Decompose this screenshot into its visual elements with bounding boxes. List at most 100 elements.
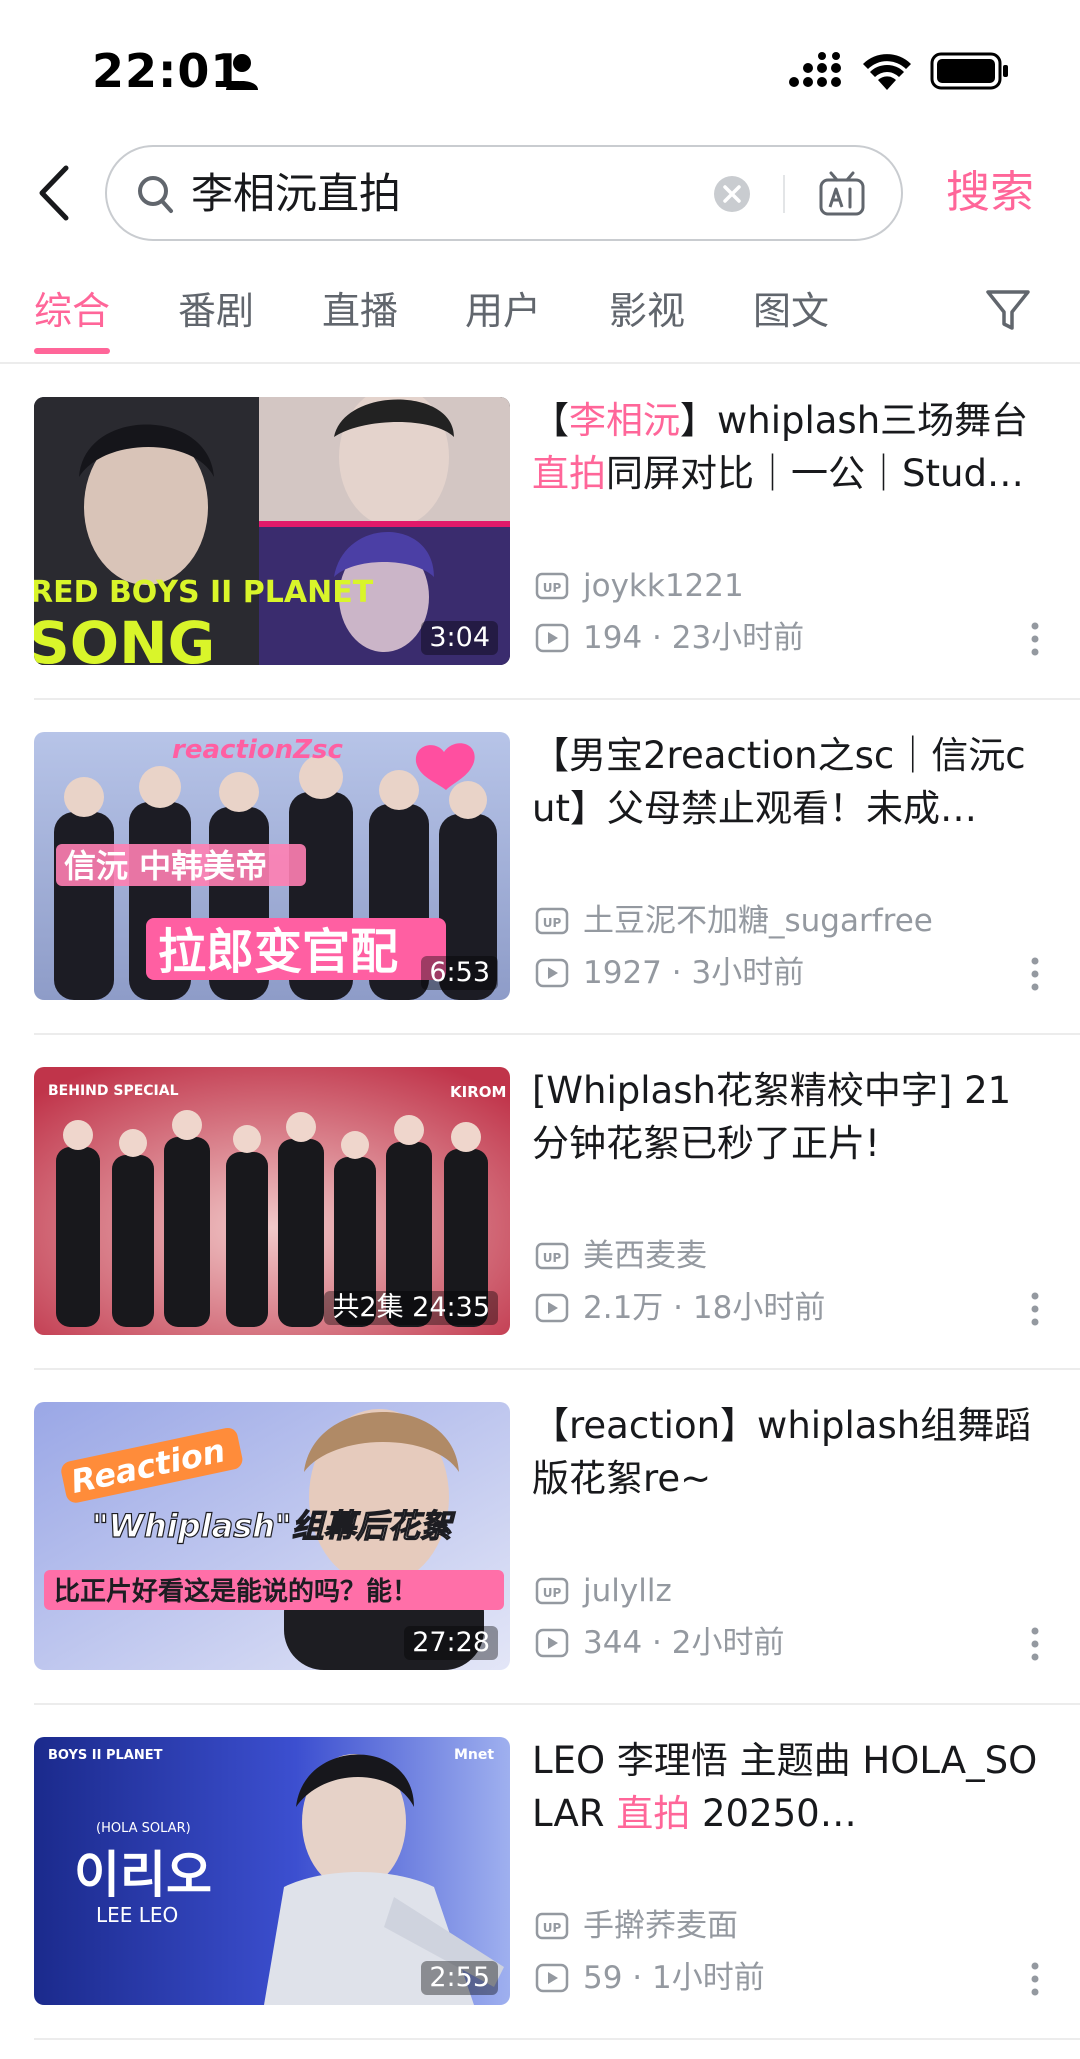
video-meta: 1927 · 3小时前 xyxy=(535,953,804,993)
up-badge-icon: UP xyxy=(535,1242,569,1270)
tab-film[interactable]: 影视 xyxy=(609,286,685,336)
svg-text:RED BOYS II PLANET: RED BOYS II PLANET xyxy=(34,575,374,610)
back-icon[interactable] xyxy=(30,160,80,226)
uploader-row[interactable]: UP julyllz xyxy=(535,1571,672,1611)
svg-text:拉郎变官配: 拉郎变官配 xyxy=(158,924,398,980)
svg-text:"Whiplash"组幕后花絮: "Whiplash"组幕后花絮 xyxy=(92,1507,456,1545)
uploader-name: joykk1221 xyxy=(583,568,744,604)
video-duration: 6:53 xyxy=(421,956,498,990)
upload-time: 1小时前 xyxy=(652,1960,765,1996)
search-query-text[interactable]: 李相沅直拍 xyxy=(191,167,401,221)
wifi-icon xyxy=(863,54,911,90)
play-count-icon xyxy=(535,1293,569,1323)
svg-text:BOYS II PLANET: BOYS II PLANET xyxy=(48,1748,163,1763)
search-icon xyxy=(138,176,173,213)
search-input[interactable]: 李相沅直拍 xyxy=(105,145,903,241)
search-divider xyxy=(783,175,785,213)
svg-text:Mnet: Mnet xyxy=(454,1747,494,1763)
video-duration: 2:55 xyxy=(421,1961,498,1995)
svg-text:UP: UP xyxy=(543,1251,562,1265)
status-bar: 22:01 xyxy=(0,0,1080,135)
up-badge-icon: UP xyxy=(535,1577,569,1605)
play-count-icon xyxy=(535,1628,569,1658)
video-result-item[interactable]: BEHIND SPECIAL KIROM 共2集 24:35 [Whiplash… xyxy=(0,1034,1080,1370)
play-count-icon xyxy=(535,623,569,653)
video-thumbnail[interactable]: BEHIND SPECIAL KIROM 共2集 24:35 xyxy=(34,1067,510,1335)
view-count: 59 xyxy=(583,1960,623,1996)
play-count-icon xyxy=(535,1963,569,1993)
tab-articles[interactable]: 图文 xyxy=(753,286,829,336)
svg-text:LEE LEO: LEE LEO xyxy=(96,1903,178,1927)
video-thumbnail[interactable]: reactionZsc 信沅 中韩美帝 拉郎变官配 6:53 xyxy=(34,732,510,1000)
svg-text:UP: UP xyxy=(543,1921,562,1935)
svg-text:信沅 中韩美帝: 信沅 中韩美帝 xyxy=(64,847,267,885)
video-result-item[interactable]: BOYS II PLANET Mnet (HOLA SOLAR) 이리오 LEE… xyxy=(0,1704,1080,2040)
upload-time: 2小时前 xyxy=(671,1625,785,1661)
up-badge-icon: UP xyxy=(535,907,569,935)
video-meta: 194 · 23小时前 xyxy=(535,618,804,658)
active-tab-indicator xyxy=(34,348,110,354)
video-result-item[interactable]: RED BOYS II PLANET SONG 3:04 【李相沅】whipla… xyxy=(0,364,1080,700)
video-duration: 3:04 xyxy=(421,621,498,655)
more-options-icon[interactable] xyxy=(1030,1626,1040,1662)
svg-text:比正片好看这是能说的吗？能！: 比正片好看这是能说的吗？能！ xyxy=(54,1576,418,1607)
upload-time: 18小时前 xyxy=(692,1290,826,1326)
video-duration: 共2集 24:35 xyxy=(324,1291,498,1325)
view-count: 2.1万 xyxy=(583,1290,664,1326)
svg-text:SONG: SONG xyxy=(34,609,215,665)
video-meta: 2.1万 · 18小时前 xyxy=(535,1288,825,1328)
svg-text:BEHIND SPECIAL: BEHIND SPECIAL xyxy=(48,1083,179,1099)
svg-text:UP: UP xyxy=(543,581,562,595)
play-count-icon xyxy=(535,958,569,988)
view-count: 344 xyxy=(583,1625,643,1661)
view-count: 1927 xyxy=(583,955,662,991)
video-result-item[interactable]: Reaction "Whiplash"组幕后花絮 比正片好看这是能说的吗？能！ … xyxy=(0,1369,1080,1705)
svg-text:UP: UP xyxy=(543,916,562,930)
more-options-icon[interactable] xyxy=(1030,1291,1040,1327)
video-meta: 59 · 1小时前 xyxy=(535,1958,765,1998)
video-thumbnail[interactable]: BOYS II PLANET Mnet (HOLA SOLAR) 이리오 LEE… xyxy=(34,1737,510,2005)
ai-icon[interactable] xyxy=(817,169,867,219)
search-tabs: 综合 番剧 直播 用户 影视 图文 xyxy=(0,270,1080,362)
tab-live[interactable]: 直播 xyxy=(322,286,398,336)
video-thumbnail[interactable]: RED BOYS II PLANET SONG 3:04 xyxy=(34,397,510,665)
uploader-row[interactable]: UP joykk1221 xyxy=(535,566,744,606)
clear-icon[interactable] xyxy=(712,174,752,214)
signal-icon xyxy=(789,52,841,87)
video-title[interactable]: 【reaction】whiplash组舞蹈版花絮re~ xyxy=(532,1399,1047,1505)
view-count: 194 xyxy=(583,620,643,656)
video-result-item[interactable]: reactionZsc 信沅 中韩美帝 拉郎变官配 6:53 【男宝2react… xyxy=(0,699,1080,1035)
upload-time: 3小时前 xyxy=(691,955,805,991)
up-badge-icon: UP xyxy=(535,572,569,600)
uploader-name: 土豆泥不加糖_sugarfree xyxy=(583,903,933,939)
svg-text:UP: UP xyxy=(543,1586,562,1600)
video-title[interactable]: 【李相沅】whiplash三场舞台直拍同屏对比｜一公｜Stud… xyxy=(532,394,1047,500)
svg-text:reactionZsc: reactionZsc xyxy=(172,735,343,765)
filter-icon[interactable] xyxy=(984,286,1032,334)
svg-text:(HOLA SOLAR): (HOLA SOLAR) xyxy=(96,1821,191,1836)
tab-anime[interactable]: 番剧 xyxy=(178,286,254,336)
video-title[interactable]: [Whiplash花絮精校中字] 21分钟花絮已秒了正片! xyxy=(532,1064,1047,1170)
video-meta: 344 · 2小时前 xyxy=(535,1623,784,1663)
video-title[interactable]: 【男宝2reaction之sc｜信沅cut】父母禁止观看！未成… xyxy=(532,729,1047,835)
tab-users[interactable]: 用户 xyxy=(465,286,541,336)
video-title[interactable]: LEO 李理悟 主题曲 HOLA_SOLAR 直拍 20250… xyxy=(532,1734,1047,1840)
more-options-icon[interactable] xyxy=(1030,956,1040,992)
uploader-row[interactable]: UP 美西麦麦 xyxy=(535,1236,707,1276)
battery-icon xyxy=(930,52,1008,90)
svg-text:KIROM: KIROM xyxy=(450,1083,506,1101)
uploader-name: julyllz xyxy=(583,1573,672,1609)
uploader-row[interactable]: UP 土豆泥不加糖_sugarfree xyxy=(535,901,933,941)
tab-comprehensive[interactable]: 综合 xyxy=(34,286,110,336)
upload-time: 23小时前 xyxy=(671,620,805,656)
uploader-name: 美西麦麦 xyxy=(583,1238,707,1274)
uploader-name: 手擀荞麦面 xyxy=(583,1908,738,1944)
video-thumbnail[interactable]: Reaction "Whiplash"组幕后花絮 比正片好看这是能说的吗？能！ … xyxy=(34,1402,510,1670)
search-button[interactable]: 搜索 xyxy=(946,165,1034,221)
row-divider xyxy=(34,2038,1080,2040)
person-icon xyxy=(226,54,258,90)
more-options-icon[interactable] xyxy=(1030,621,1040,657)
video-duration: 27:28 xyxy=(404,1626,498,1660)
uploader-row[interactable]: UP 手擀荞麦面 xyxy=(535,1906,738,1946)
more-options-icon[interactable] xyxy=(1030,1961,1040,1997)
